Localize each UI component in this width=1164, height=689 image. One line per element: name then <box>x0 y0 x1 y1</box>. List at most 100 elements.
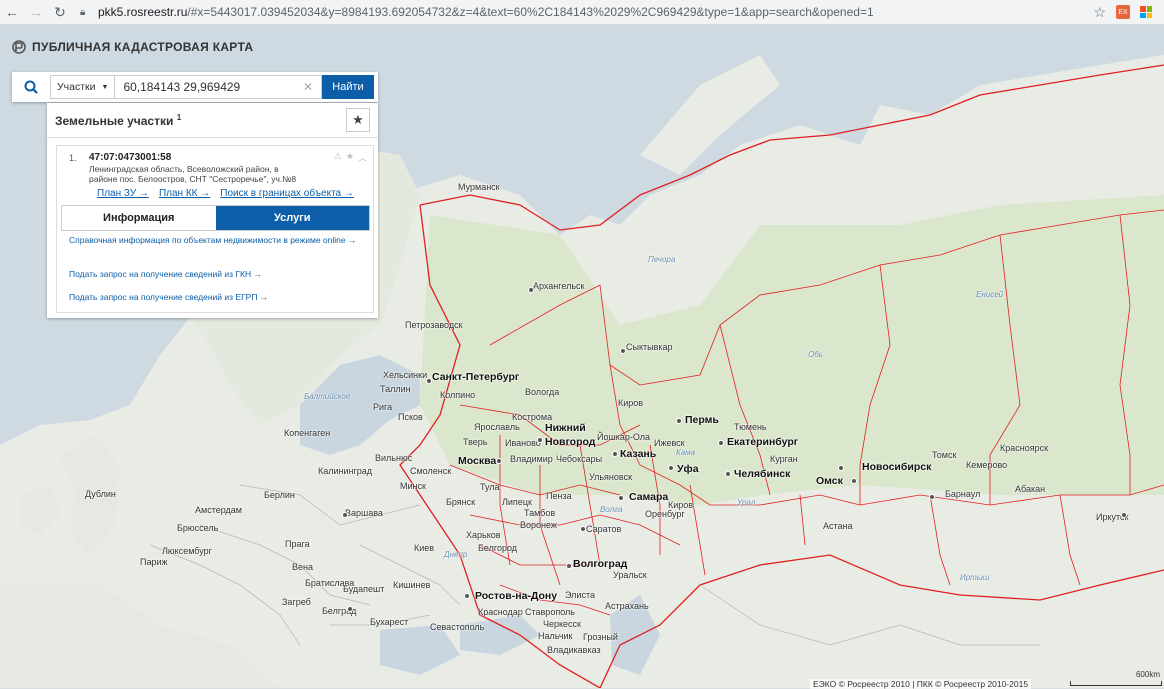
map-label: Печора <box>648 255 676 264</box>
result-card: 1. 47:07:0473001:58 Ленинградская област… <box>56 145 374 313</box>
map-label: Красноярск <box>1000 443 1049 453</box>
clear-icon[interactable]: ✕ <box>303 80 313 94</box>
map-label: Липецк <box>502 497 532 507</box>
map-label: Уральск <box>613 570 647 580</box>
map-label: Чебоксары <box>556 454 603 464</box>
map-label: Вильнюс <box>375 453 413 463</box>
map-label: Хельсинки <box>383 370 428 380</box>
app-title-text: ПУБЛИЧНАЯ КАДАСТРОВАЯ КАРТА <box>32 40 254 54</box>
city-marker <box>528 287 534 293</box>
map-label: Кемерово <box>966 460 1008 470</box>
arrow-right-icon: → <box>29 4 43 20</box>
cadastral-number[interactable]: 47:07:0473001:58 <box>89 152 171 163</box>
chevron-down-icon: ▼ <box>101 83 109 91</box>
forward-button[interactable]: → <box>24 0 48 24</box>
map-label: Пермь <box>685 414 719 426</box>
results-panel: Земельные участки 1 ★ 1. 47:07:0473001:5… <box>47 103 378 318</box>
map-label: Омск <box>816 475 843 487</box>
map-label: Тула <box>480 482 500 492</box>
map-label: Самара <box>629 491 669 503</box>
scale-bar <box>1070 681 1162 686</box>
city-marker <box>426 378 432 384</box>
map-label: Псков <box>398 412 423 422</box>
map-label: Будапешт <box>343 584 385 594</box>
tab-information[interactable]: Информация <box>62 206 216 230</box>
map-label: Екатеринбург <box>727 436 799 448</box>
bookmark-star-icon[interactable]: ☆ <box>1093 4 1106 21</box>
map-label: Абакан <box>1015 484 1046 494</box>
map-label: Томск <box>932 450 957 460</box>
map-label: Загреб <box>282 597 311 607</box>
map-label: Днепр <box>444 550 468 559</box>
service-link-online[interactable]: Справочная информация по объектам недвиж… <box>69 234 369 246</box>
favorites-button[interactable]: ★ <box>346 108 370 132</box>
map-label: Казань <box>620 448 657 460</box>
result-tabs: Информация Услуги <box>61 205 370 231</box>
results-header: Земельные участки 1 ★ <box>47 103 378 138</box>
star-icon[interactable]: ★ <box>346 151 354 164</box>
arrow-left-icon: ← <box>5 4 19 20</box>
map-label: Амстердам <box>195 505 242 515</box>
search-bar: Участки ▼ 60,184143 29,969429 ✕ Найти <box>12 72 378 102</box>
search-icon[interactable] <box>12 72 50 102</box>
search-in-bounds-link[interactable]: Поиск в границах объекта → <box>220 188 354 199</box>
warning-icon[interactable]: ⚠ <box>334 151 342 164</box>
map-label: Тверь <box>463 437 488 447</box>
map-label: Грозный <box>583 632 618 642</box>
reload-icon: ↻ <box>54 3 66 20</box>
map-label: Астана <box>823 521 853 531</box>
windows-extension-icon[interactable] <box>1140 6 1152 18</box>
map-label: Рига <box>373 402 393 412</box>
map-scale: 600km <box>1070 670 1162 686</box>
map-label: Астрахань <box>605 601 649 611</box>
map-label: Париж <box>140 557 168 567</box>
map-label: Петрозаводск <box>405 320 463 330</box>
url-path: /#x=5443017.039452034&y=8984193.69205473… <box>187 5 874 19</box>
map-label: Новгород <box>545 436 596 448</box>
plan-kk-link[interactable]: План КК → <box>159 188 210 199</box>
reload-button[interactable]: ↻ <box>48 0 72 24</box>
map-label: Пенза <box>546 491 572 501</box>
map-label: Тамбов <box>524 508 556 518</box>
city-marker <box>718 440 724 446</box>
map-label: Ставрополь <box>525 607 575 617</box>
map-label: Ижевск <box>654 438 685 448</box>
city-marker <box>566 563 572 569</box>
search-input[interactable]: 60,184143 29,969429 ✕ <box>115 75 322 99</box>
map-label: Ульяновск <box>589 472 633 482</box>
map-label: Тюмень <box>734 422 767 432</box>
map-label: Люксембург <box>162 546 212 556</box>
map-label: Санкт-Петербург <box>432 371 520 383</box>
result-actions: ⚠ ★ ︿ <box>334 151 367 164</box>
map-label: Сыктывкар <box>626 342 673 352</box>
map-label: Харьков <box>466 530 501 540</box>
city-marker <box>668 465 674 471</box>
back-button[interactable]: ← <box>0 0 24 24</box>
service-link-egrp[interactable]: Подать запрос на получение сведений из Е… <box>69 291 369 303</box>
search-type-label: Участки <box>57 81 96 93</box>
map-label: Киров <box>668 500 694 510</box>
rosreestr-logo-icon <box>12 40 26 54</box>
map-label: Иваново <box>505 438 541 448</box>
results-count: 1 <box>176 112 182 122</box>
extension-icon[interactable]: EX <box>1116 5 1130 19</box>
city-marker <box>620 348 626 354</box>
address-bar[interactable]: 🔒︎ pkk5.rosreestr.ru/#x=5443017.03945203… <box>80 1 1093 23</box>
plan-zu-link[interactable]: План ЗУ → <box>97 188 149 199</box>
search-type-select[interactable]: Участки ▼ <box>50 75 116 99</box>
map-label: Волгоград <box>573 558 628 570</box>
map-label: Дублин <box>85 489 116 499</box>
chevron-up-icon[interactable]: ︿ <box>358 151 367 164</box>
service-link-gkn[interactable]: Подать запрос на получение сведений из Г… <box>69 268 369 280</box>
map-label: Черкесск <box>543 619 581 629</box>
map-label: Волга <box>600 505 623 514</box>
find-button[interactable]: Найти <box>322 75 374 99</box>
map-label: Севастополь <box>430 622 485 632</box>
map-label: Владикавказ <box>547 645 601 655</box>
tab-services[interactable]: Услуги <box>215 206 369 230</box>
search-query: 60,184143 29,969429 <box>123 80 241 94</box>
map-label: Владимир <box>510 454 553 464</box>
city-marker <box>618 495 624 501</box>
map-label: Вена <box>292 562 313 572</box>
map-label: Урал <box>737 498 756 507</box>
